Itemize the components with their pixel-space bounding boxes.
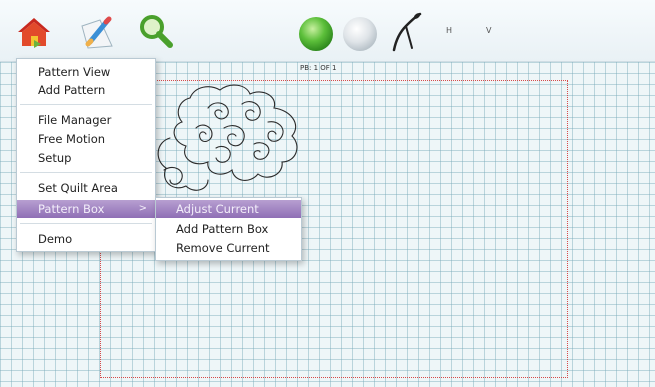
submenu-item-adjust-current[interactable]: Adjust Current xyxy=(156,200,301,218)
menu-item-label: Adjust Current xyxy=(176,202,259,216)
toolbar: H V xyxy=(0,0,655,62)
grey-circle-icon xyxy=(343,17,377,51)
search-icon xyxy=(140,15,173,48)
menu-item-demo[interactable]: Demo xyxy=(17,230,155,248)
menu-item-label: Add Pattern Box xyxy=(176,222,269,236)
menu-item-label: Free Motion xyxy=(38,132,106,146)
menu-item-label: Setup xyxy=(38,151,72,165)
menu-separator xyxy=(20,104,152,105)
home-icon xyxy=(18,18,50,48)
menu-item-label: File Manager xyxy=(38,113,112,127)
menu-separator xyxy=(20,223,152,224)
submenu-item-add-pattern-box[interactable]: Add Pattern Box xyxy=(156,220,301,238)
menu-item-label: Set Quilt Area xyxy=(38,181,118,195)
pattern-box-submenu: Adjust Current Add Pattern Box Remove Cu… xyxy=(155,197,302,261)
vertical-toggle[interactable]: V xyxy=(486,26,491,35)
menu-item-label: Demo xyxy=(38,232,73,246)
submenu-item-remove-current[interactable]: Remove Current xyxy=(156,239,301,257)
menu-item-label: Pattern View xyxy=(38,65,111,79)
menu-item-set-quilt-area[interactable]: Set Quilt Area xyxy=(17,179,155,197)
menu-item-free-motion[interactable]: Free Motion xyxy=(17,130,155,148)
app-window: H V PB: 1 OF 1 Pattern View Add Pattern xyxy=(0,0,655,387)
menu-item-label: Add Pattern xyxy=(38,83,106,97)
quilt-pattern[interactable] xyxy=(150,78,310,196)
home-button[interactable] xyxy=(14,12,54,52)
start-button[interactable] xyxy=(296,14,336,54)
menu-item-setup[interactable]: Setup xyxy=(17,149,155,167)
menu-item-file-manager[interactable]: File Manager xyxy=(17,111,155,129)
needle-button[interactable] xyxy=(386,10,426,54)
menu-item-label: Remove Current xyxy=(176,241,270,255)
menu-item-pattern-view[interactable]: Pattern View xyxy=(17,63,155,81)
horizontal-toggle[interactable]: H xyxy=(446,26,452,35)
search-button[interactable] xyxy=(136,12,176,52)
pattern-box-counter: PB: 1 OF 1 xyxy=(300,64,337,72)
menu-item-add-pattern[interactable]: Add Pattern xyxy=(17,81,155,99)
stop-button[interactable] xyxy=(340,14,380,54)
chevron-right-icon: > xyxy=(138,203,147,214)
menu-separator xyxy=(20,172,152,173)
edit-button[interactable] xyxy=(78,12,118,52)
pencil-icon xyxy=(81,16,113,49)
main-menu: Pattern View Add Pattern File Manager Fr… xyxy=(16,58,156,252)
green-circle-icon xyxy=(299,17,333,51)
needle-icon xyxy=(392,12,422,52)
menu-item-label: Pattern Box xyxy=(38,202,105,216)
menu-item-pattern-box[interactable]: Pattern Box > xyxy=(17,200,155,218)
